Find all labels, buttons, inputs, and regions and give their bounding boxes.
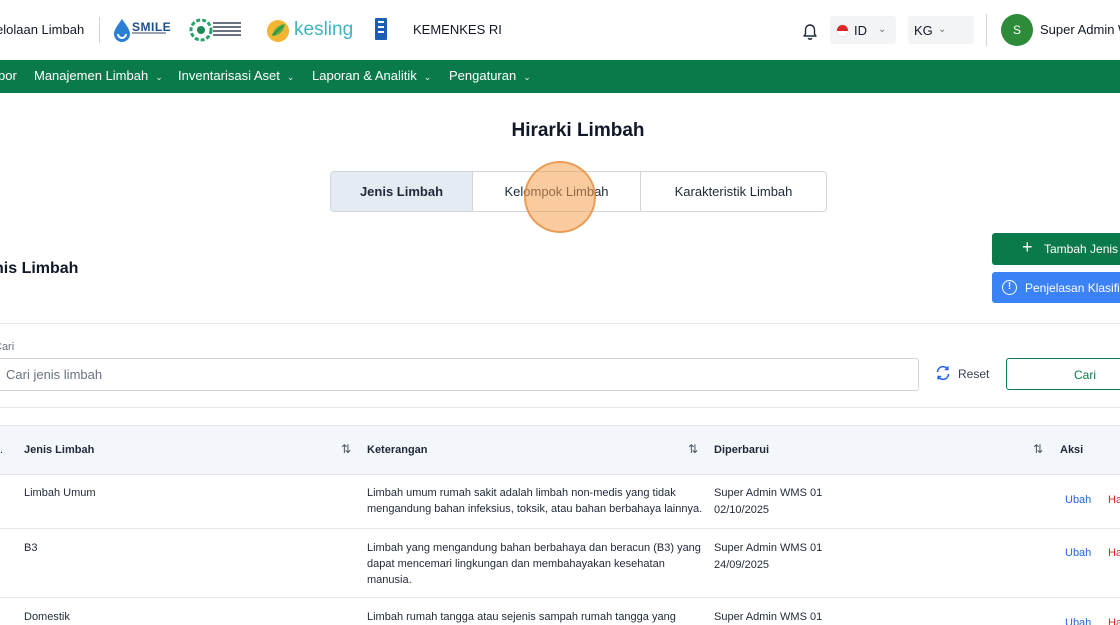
tab-karakteristik-limbah[interactable]: Karakteristik Limbah [641,172,826,211]
cell-updated-by: Super Admin WMS 01 [714,487,823,499]
smile-logo: SMILE [112,18,171,42]
kesling-logo: kesling [266,18,354,44]
chevron-down-icon: ⌄ [938,24,947,35]
smile-logo-subtext [132,32,166,34]
edit-link[interactable]: Ubah [1065,617,1091,625]
kesling-logo-text: kesling [294,19,354,40]
nav-item-label: Pengaturan [449,68,517,83]
nav-item-label: Laporan & Analitik [312,68,417,83]
chevron-down-icon: ⌄ [423,72,432,82]
delete-link[interactable]: Ha [1108,494,1120,506]
edit-link[interactable]: Ubah [1065,547,1091,559]
kemenkes-logo [189,17,243,43]
info-button-label: Penjelasan Klasifika [1025,281,1120,295]
chevron-down-icon: ⌄ [878,24,887,35]
cell-updated-by: Super Admin WMS 01 [714,542,823,554]
cell-updated-at: 24/09/2025 [714,559,770,571]
cell-updated-at: 02/10/2025 [714,504,770,516]
chevron-down-icon: ⌄ [155,72,163,82]
nav-item-settings[interactable]: Pengaturan ⌄ [449,68,531,83]
column-header-keterangan: Keterangan [367,444,428,456]
chevron-down-icon: ⌄ [286,72,295,82]
add-waste-type-button[interactable]: + Tambah Jenis Li [992,233,1120,265]
table-row: Domestik Limbah rumah tangga atau sejeni… [0,598,1120,625]
sort-icon[interactable]: ⇅ [341,442,351,456]
tab-label: Jenis Limbah [359,184,444,199]
table-row: Limbah Umum Limbah umum rumah sakit adal… [0,475,1120,529]
user-name[interactable]: Super Admin W [1040,22,1120,37]
classification-info-button[interactable]: ! Penjelasan Klasifika [992,272,1120,303]
unit-value: KG [914,23,933,38]
cell-keterangan: Limbah rumah tangga atau sejenis sampah … [367,611,676,623]
column-header-jenis-limbah: Jenis Limbah [24,444,95,456]
tab-label: Kelompok Limbah [504,184,609,199]
avatar[interactable]: S [1001,14,1033,46]
table-header: . Jenis Limbah ⇅ Keterangan ⇅ Diperbarui… [0,425,1120,475]
nav-item-label: Inventarisasi Aset [178,68,280,83]
bell-icon[interactable] [802,23,818,41]
undp-logo [375,18,387,40]
cell-keterangan: Limbah yang mengandung bahan berbahaya d… [367,542,701,586]
tab-label: Karakteristik Limbah [674,184,793,199]
tab-kelompok-limbah[interactable]: Kelompok Limbah [473,172,641,211]
add-button-label: Tambah Jenis Li [1044,242,1120,256]
cell-updated-by: Super Admin WMS 01 [714,611,823,623]
ministry-label: KEMENKES RI [413,22,502,37]
app-brand-name[interactable]: elolaan Limbah [0,22,84,37]
delete-link[interactable]: Ha [1108,547,1120,559]
header-divider [99,17,100,43]
nav-item-dashboard[interactable]: bor [0,68,17,83]
sort-icon[interactable]: ⇅ [1033,442,1043,456]
hierarchy-tabs: Jenis Limbah Kelompok Limbah Karakterist… [330,171,827,212]
nav-item-asset-inventory[interactable]: Inventarisasi Aset ⌄ [178,68,294,83]
language-value: ID [854,23,867,38]
search-input[interactable] [0,358,919,391]
page-title: Hirarki Limbah [511,120,645,141]
search-button[interactable]: Cari [1006,358,1120,390]
divider [0,407,1120,408]
kemenkes-logo-text [213,22,241,38]
header-divider [986,14,987,46]
sort-icon[interactable]: ⇅ [688,442,698,456]
flag-id-icon [836,24,849,37]
section-title: nis Limbah [0,260,79,277]
nav-item-waste-management[interactable]: Manajemen Limbah ⌄ [34,68,163,83]
reset-label: Reset [958,367,990,381]
cell-keterangan: Limbah umum rumah sakit adalah limbah no… [367,487,703,515]
chevron-down-icon: ⌄ [523,72,531,82]
refresh-icon [934,364,952,382]
cell-jenis-limbah: B3 [24,542,38,554]
column-header-aksi: Aksi [1060,444,1084,456]
nav-item-reports[interactable]: Laporan & Analitik ⌄ [312,68,431,83]
language-select[interactable]: ID ⌄ [830,16,896,44]
table-row: B3 Limbah yang mengandung bahan berbahay… [0,529,1120,598]
column-header-truncated: . [0,444,4,456]
search-button-label: Cari [1073,368,1096,382]
edit-link[interactable]: Ubah [1065,494,1091,506]
top-header: elolaan Limbah SMILE kesling KEMENKES RI [0,0,1120,60]
cell-jenis-limbah: Limbah Umum [24,487,96,499]
tab-jenis-limbah[interactable]: Jenis Limbah [331,172,473,211]
cell-jenis-limbah: Domestik [24,611,70,623]
nav-item-label: bor [0,68,17,83]
delete-link[interactable]: Ha [1108,617,1120,625]
divider [0,323,1120,324]
info-icon: ! [1002,280,1017,295]
unit-select[interactable]: KG ⌄ [908,16,974,44]
main-nav: bor Manajemen Limbah ⌄ Inventarisasi Aset… [0,60,1120,93]
nav-item-label: Manajemen Limbah [34,68,149,83]
search-label: Cari [0,341,15,353]
plus-icon: + [1022,237,1033,257]
column-header-diperbarui: Diperbarui [714,444,770,456]
